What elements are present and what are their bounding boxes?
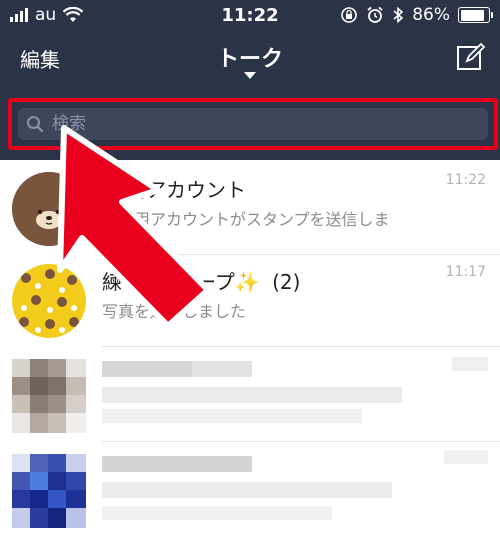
member-count: (2)	[272, 270, 301, 294]
page-title[interactable]: トーク	[0, 41, 500, 73]
annotation-arrow	[57, 125, 210, 329]
avatar	[12, 359, 86, 433]
status-bar: au 11:22 86%	[0, 0, 500, 32]
blurred-time	[452, 357, 488, 371]
blurred-preview	[102, 482, 392, 498]
status-right: 86%	[340, 5, 493, 25]
compose-icon[interactable]	[456, 42, 486, 72]
avatar	[12, 454, 86, 528]
rotation-lock-icon	[341, 7, 358, 23]
chat-row[interactable]	[0, 347, 500, 442]
chat-row[interactable]	[0, 442, 500, 542]
title-dropdown-icon[interactable]	[244, 72, 256, 79]
blurred-preview	[102, 409, 362, 423]
bluetooth-icon	[393, 6, 404, 24]
battery-icon	[458, 7, 493, 23]
alarm-icon	[367, 6, 383, 23]
blurred-avatar	[12, 359, 86, 433]
chat-time: 11:22	[445, 172, 486, 188]
blurred-time	[444, 450, 488, 464]
blurred-preview	[102, 506, 332, 520]
blurred-name	[192, 361, 252, 377]
blurred-name	[102, 361, 192, 377]
chat-time: 11:17	[445, 264, 486, 280]
nav-header: 編集 トーク	[0, 32, 500, 92]
battery-percent: 86%	[412, 5, 450, 25]
blurred-name	[102, 456, 252, 472]
blurred-preview	[102, 387, 402, 403]
blurred-avatar	[12, 454, 86, 528]
